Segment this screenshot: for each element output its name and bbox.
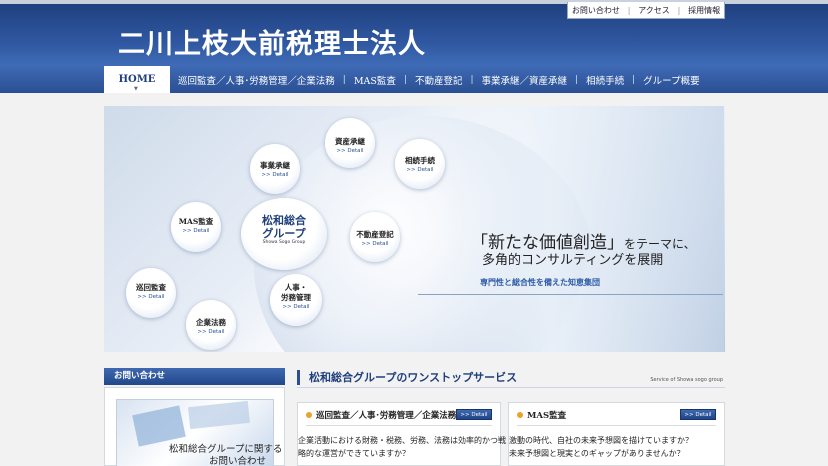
bubble-detail: >> Detail [336,148,364,154]
bubble-patrol-audit[interactable]: 巡回監査 >> Detail [126,268,176,318]
pen-graphic [188,400,250,430]
nav-item-mas[interactable]: MAS監査 [346,73,404,87]
section-title: 松和総合グループのワンストップサービス Service of Showa sog… [297,370,725,385]
detail-button[interactable]: >> Detail [680,409,716,420]
nav-item-group[interactable]: グループ概要 [635,73,707,87]
util-link-recruit[interactable]: 採用情報 [688,5,720,16]
bubble-detail: >> Detail [361,241,389,247]
hero-divider [418,294,723,295]
bubble-title: 企業法務 [196,318,226,327]
bubble-asset-succession[interactable]: 資産承継 >> Detail [325,118,375,168]
bubble-detail: >> Detail [137,294,165,300]
bubble-center-title: 松和総合 グループ [262,214,306,240]
contact-banner-line2: お問い合わせ [209,456,267,466]
card-body-line: 未来予想図と現実とのギャップがありませんか？ [509,449,685,458]
service-card-mas: MAS監査 >> Detail 激動の時代、自社の未来予想図を描けていますか？ … [508,402,725,466]
bubble-business-succession[interactable]: 事業承継 >> Detail [250,144,300,194]
card-body-line: 激動の時代、自社の未来予想図を描けていますか？ [509,436,693,445]
bubble-hr-labor[interactable]: 人事・ 労務管理 >> Detail [270,274,322,326]
nav-home[interactable]: HOME ▼ [104,66,170,93]
bubble-title: 資産承継 [335,137,365,146]
card-title: 巡回監査／人事･労務管理／企業法務 [316,411,457,421]
detail-button[interactable]: >> Detail [456,409,492,420]
nav-item-inheritance[interactable]: 相続手続 [578,73,632,87]
card-body-line: 企業活動における財務・税務、労務、法務は効率的かつ戦 [298,436,506,445]
service-card-audit: 巡回監査／人事･労務管理／企業法務 >> Detail 企業活動における財務・税… [297,402,506,466]
bubble-title: 相続手続 [405,156,435,165]
card-divider [517,425,716,426]
hero-tagline: 専門性と総合性を備えた知恵集団 [480,278,600,287]
utility-nav: お問い合わせ | アクセス | 採用情報 [567,2,725,19]
bubble-title: MAS監査 [178,217,214,226]
bubble-detail: >> Detail [261,172,289,178]
nav-home-label: HOME [118,74,156,85]
bubble-title: 不動産登記 [356,230,394,239]
section-subtitle: Service of Showa sogo group [650,377,723,383]
site-header: お問い合わせ | アクセス | 採用情報 二川上枝大前税理士法人 HOME ▼ … [0,0,828,93]
hero-subline: 多角的コンサルティングを展開 [482,253,664,268]
bubble-group-center[interactable]: 松和総合 グループ Showa Sogo Group [241,198,327,270]
card-header: 巡回監査／人事･労務管理／企業法務 >> Detail [306,408,492,422]
hero-banner: 松和総合 グループ Showa Sogo Group 資産承継 >> Detai… [104,106,725,352]
bubble-inheritance[interactable]: 相続手続 >> Detail [395,139,445,189]
util-separator: | [627,5,631,15]
card-title: MAS監査 [527,411,567,421]
section-divider [297,387,725,388]
util-link-access[interactable]: アクセス [638,5,670,16]
bubble-title: 事業承継 [260,161,290,170]
bubble-title: 人事・ 労務管理 [281,283,311,302]
bullet-icon [306,412,312,418]
sidebar-heading: お問い合わせ [104,368,285,385]
card-body-line: 略的な運営ができていますか？ [298,449,410,458]
main-nav: HOME ▼ 巡回監査／人事･労務管理／企業法務 | MAS監査 | 不動産登記… [104,66,708,93]
card-body: 企業活動における財務・税務、労務、法務は効率的かつ戦 略的な運営ができていますか… [298,434,506,460]
nav-item-realestate[interactable]: 不動産登記 [407,73,471,87]
bubble-detail: >> Detail [197,329,225,335]
bubble-realestate[interactable]: 不動産登記 >> Detail [350,212,400,262]
bubble-corporate-law[interactable]: 企業法務 >> Detail [186,300,236,350]
util-separator: | [677,5,681,15]
card-header: MAS監査 >> Detail [517,408,716,422]
sidebar-box: 松和総合グループに関する お問い合わせ [104,387,285,466]
card-divider [306,425,492,426]
bubble-mas-audit[interactable]: MAS監査 >> Detail [171,202,221,252]
site-title[interactable]: 二川上枝大前税理士法人 [118,22,426,61]
bubble-detail: >> Detail [182,228,210,234]
util-link-contact[interactable]: お問い合わせ [572,5,620,16]
bubble-center-sub: Showa Sogo Group [262,240,306,245]
nav-item-succession[interactable]: 事業承継／資産承継 [474,73,576,87]
contact-banner[interactable]: 松和総合グループに関する お問い合わせ [116,399,282,466]
bullet-icon [517,412,523,418]
bubble-detail: >> Detail [282,304,310,310]
bubble-title: 巡回監査 [136,283,166,292]
bubble-detail: >> Detail [406,167,434,173]
card-body: 激動の時代、自社の未来予想図を描けていますか？ 未来予想図と現実とのギャップがあ… [509,434,693,460]
nav-item-audit[interactable]: 巡回監査／人事･労務管理／企業法務 [170,73,343,87]
chevron-down-icon: ▼ [134,86,138,92]
section-title-text: 松和総合グループのワンストップサービス [309,371,518,384]
